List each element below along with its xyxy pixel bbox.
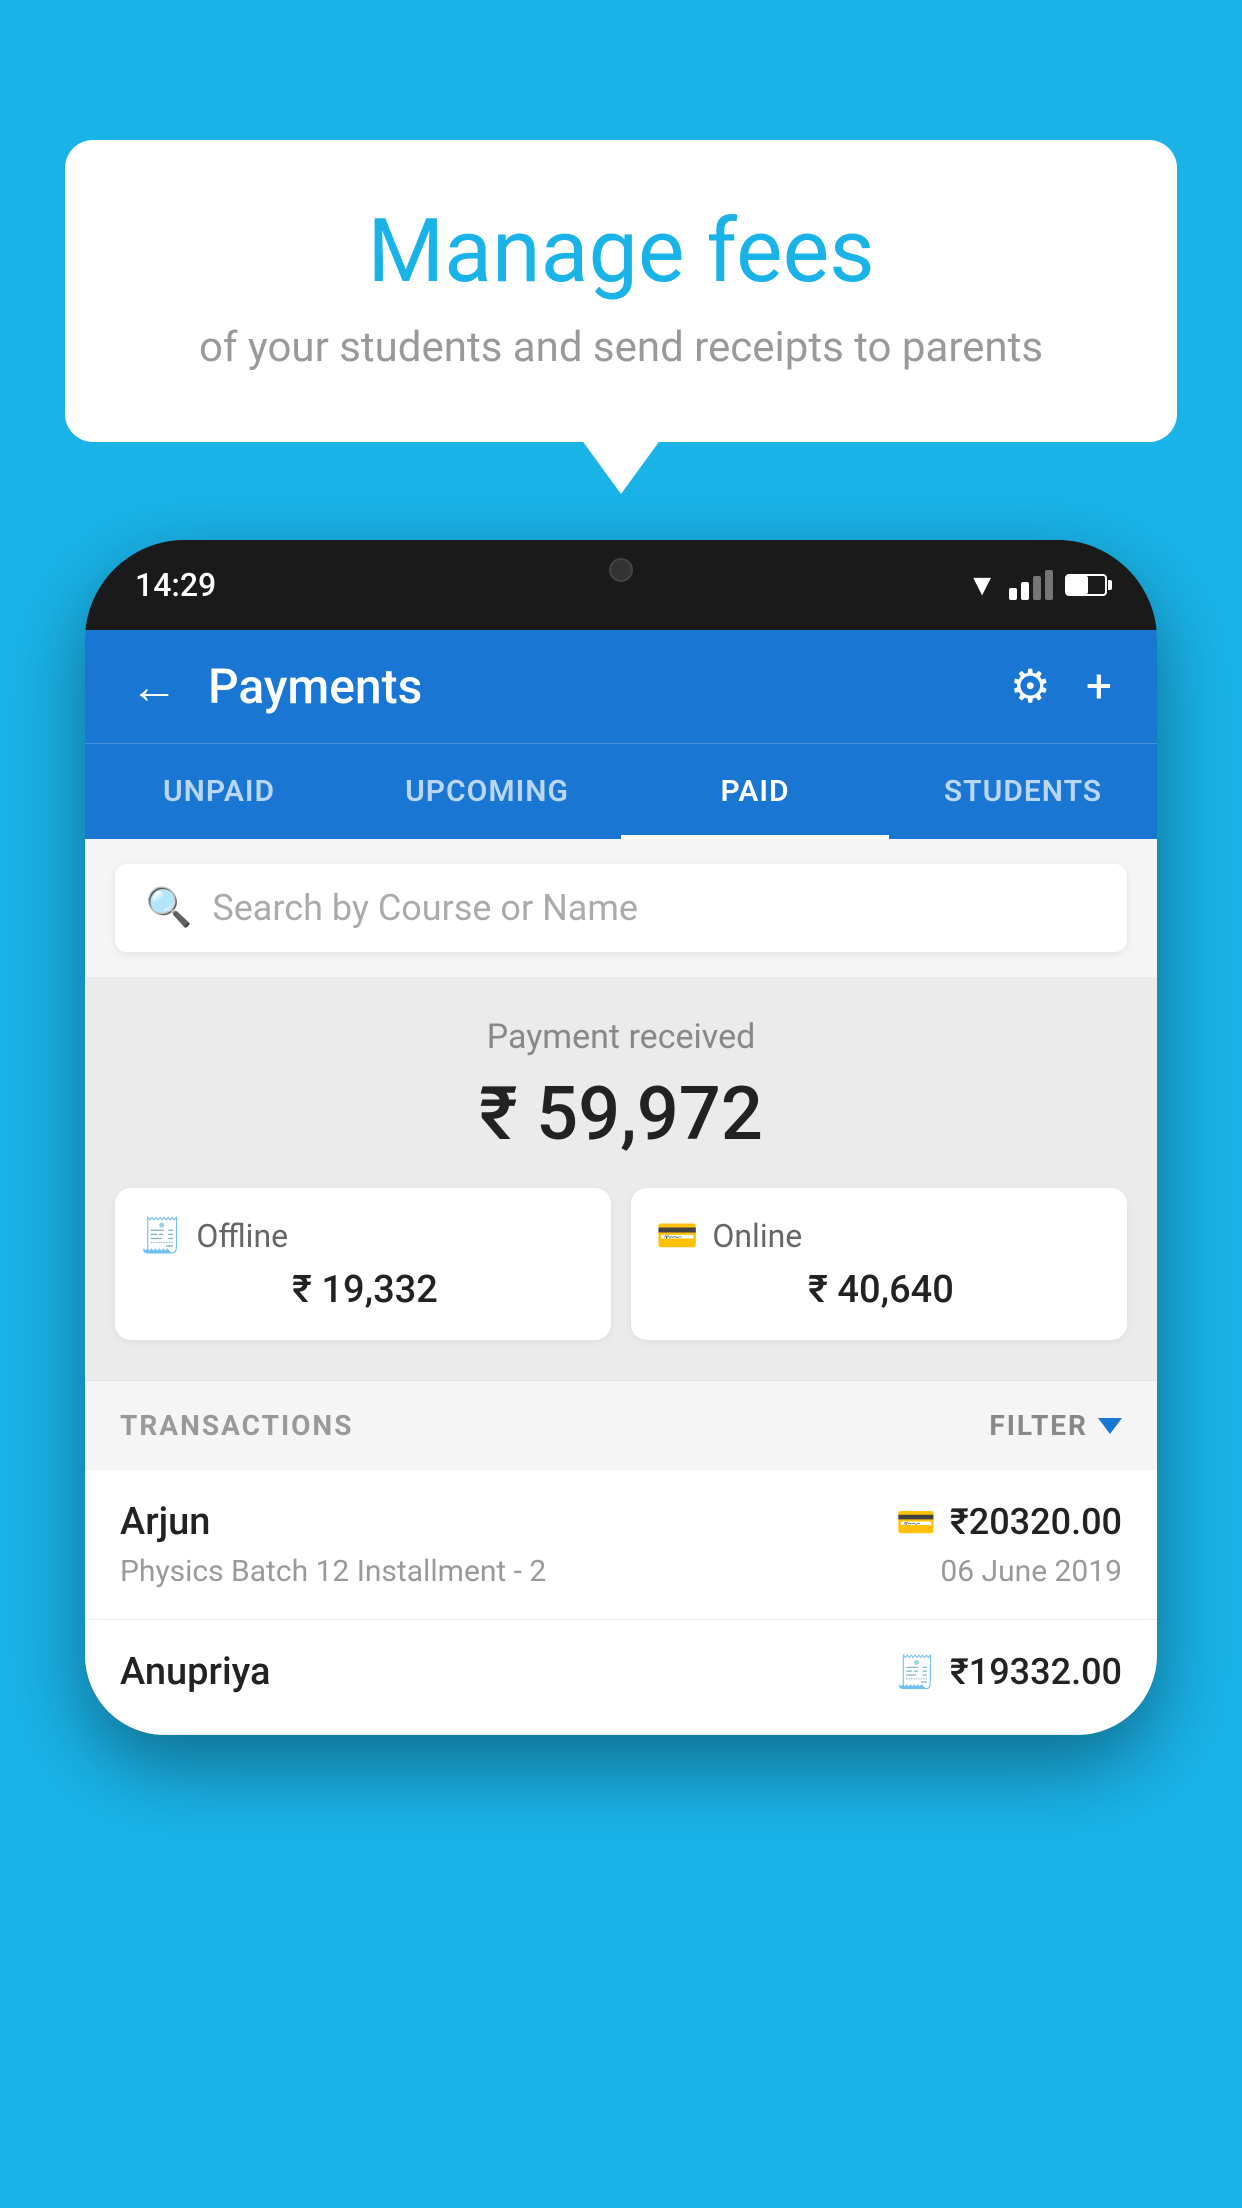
online-icon: 💳 — [656, 1216, 698, 1256]
phone-body: 14:29 ▼ ← P — [85, 540, 1157, 1735]
app-header: ← Payments ⚙ + — [85, 630, 1157, 743]
status-icons: ▼ — [967, 568, 1107, 603]
search-bar[interactable]: 🔍 Search by Course or Name — [115, 864, 1127, 952]
settings-icon[interactable]: ⚙ — [1010, 659, 1051, 714]
filter-button[interactable]: FILTER — [989, 1409, 1122, 1442]
phone-screen: ← Payments ⚙ + UNPAID UPCOMING PAID STUD… — [85, 630, 1157, 1735]
payment-received-label: Payment received — [115, 1017, 1127, 1057]
transactions-label: TRANSACTIONS — [120, 1409, 353, 1442]
header-left: ← Payments — [130, 658, 422, 715]
payment-cards: 🧾 Offline ₹ 19,332 💳 Online ₹ 40,640 — [115, 1188, 1127, 1340]
tab-students[interactable]: STUDENTS — [889, 744, 1157, 839]
filter-label: FILTER — [989, 1409, 1088, 1442]
course-info: Physics Batch 12 Installment - 2 — [120, 1554, 546, 1589]
table-row[interactable]: Anupriya 🧾 ₹19332.00 — [85, 1620, 1157, 1735]
table-row[interactable]: Arjun 💳 ₹20320.00 Physics Batch 12 Insta… — [85, 1470, 1157, 1620]
search-placeholder: Search by Course or Name — [212, 887, 638, 929]
payment-received-section: Payment received ₹ 59,972 🧾 Offline ₹ 19… — [85, 977, 1157, 1380]
tab-bar: UNPAID UPCOMING PAID STUDENTS — [85, 743, 1157, 839]
offline-icon: 🧾 — [140, 1216, 182, 1256]
page-title: Payments — [208, 658, 422, 715]
speech-bubble: Manage fees of your students and send re… — [65, 140, 1177, 442]
student-name: Arjun — [120, 1500, 210, 1544]
camera — [609, 558, 633, 582]
search-icon: 🔍 — [145, 886, 192, 930]
transaction-right: 🧾 ₹19332.00 — [896, 1651, 1122, 1693]
wifi-icon: ▼ — [967, 568, 997, 603]
speech-bubble-title: Manage fees — [115, 200, 1127, 303]
header-right: ⚙ + — [1010, 659, 1112, 714]
online-card: 💳 Online ₹ 40,640 — [631, 1188, 1127, 1340]
add-icon[interactable]: + — [1086, 660, 1112, 714]
student-name: Anupriya — [120, 1650, 270, 1694]
transactions-header: TRANSACTIONS FILTER — [85, 1380, 1157, 1470]
online-amount: ₹ 40,640 — [656, 1268, 1102, 1312]
offline-amount: ₹ 19,332 — [140, 1268, 586, 1312]
status-bar: 14:29 ▼ — [85, 540, 1157, 630]
transaction-right: 💳 ₹20320.00 — [896, 1501, 1122, 1543]
battery-icon — [1065, 574, 1107, 596]
online-label: Online — [712, 1217, 802, 1255]
transaction-date: 06 June 2019 — [940, 1554, 1122, 1589]
payment-type-icon: 🧾 — [896, 1653, 936, 1691]
tab-upcoming[interactable]: UPCOMING — [353, 744, 621, 839]
back-button[interactable]: ← — [130, 658, 178, 715]
transaction-amount: ₹20320.00 — [950, 1501, 1122, 1543]
phone-notch — [541, 540, 701, 600]
tab-unpaid[interactable]: UNPAID — [85, 744, 353, 839]
signal-icon — [1009, 570, 1053, 600]
offline-card: 🧾 Offline ₹ 19,332 — [115, 1188, 611, 1340]
transaction-amount: ₹19332.00 — [950, 1651, 1122, 1693]
offline-label: Offline — [196, 1217, 288, 1255]
phone-mockup: 14:29 ▼ ← P — [85, 540, 1157, 2208]
payment-type-icon: 💳 — [896, 1503, 936, 1541]
status-time: 14:29 — [135, 566, 216, 604]
tab-paid[interactable]: PAID — [621, 744, 889, 839]
filter-icon — [1098, 1418, 1122, 1434]
payment-received-amount: ₹ 59,972 — [115, 1071, 1127, 1158]
speech-bubble-subtitle: of your students and send receipts to pa… — [115, 323, 1127, 372]
